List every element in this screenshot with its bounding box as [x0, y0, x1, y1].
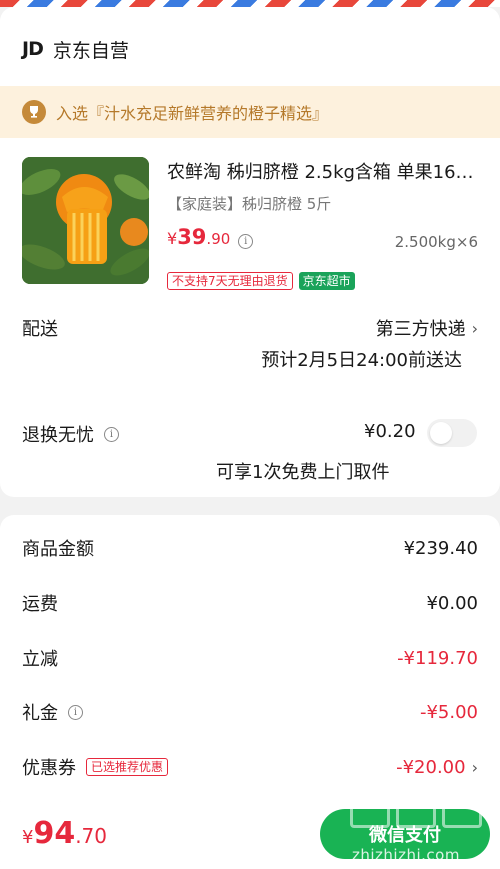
coupon-value: -¥20.00 — [396, 756, 466, 778]
delivery-eta: 预计2月5日24:00前送达 — [261, 350, 462, 371]
coupon-label-group: 优惠券 已选推荐优惠 — [22, 754, 169, 780]
return-service-row: 退换无忧 i — [22, 421, 119, 447]
shipping-label: 运费 — [22, 594, 58, 615]
watermark-glyph — [442, 788, 482, 828]
watermark-logo — [350, 788, 490, 828]
jd-supermarket-tag: 京东超市 — [298, 272, 355, 290]
summary-row-coupon[interactable]: 优惠券 已选推荐优惠 -¥20.00 › — [22, 754, 478, 780]
watermark-glyph — [396, 788, 436, 828]
gift-money-label: 礼金 — [22, 703, 58, 724]
shipping-value: ¥0.00 — [426, 592, 478, 614]
goods-amount-label: 商品金额 — [22, 539, 94, 560]
product-image[interactable] — [22, 157, 149, 284]
gift-money-label-group: 礼金 i — [22, 699, 83, 725]
summary-row-goods: 商品金额 ¥239.40 — [22, 535, 478, 561]
goods-amount-value: ¥239.40 — [403, 537, 478, 559]
total-integer: 94 — [33, 816, 76, 851]
summary-row-discount: 立减 -¥119.70 — [22, 645, 478, 671]
delivery-method-selector[interactable]: 第三方快递 › — [376, 315, 478, 341]
return-service-note: 可享1次免费上门取件 — [216, 462, 390, 483]
coupon-value-group: -¥20.00 › — [396, 757, 478, 778]
return-service-label: 退换无忧 — [22, 425, 94, 446]
chevron-right-icon: › — [471, 318, 478, 338]
watermark-glyph — [350, 788, 390, 828]
product-tags: 不支持7天无理由退货 京东超市 — [167, 272, 355, 290]
gift-money-value: -¥5.00 — [419, 701, 478, 723]
gift-money-info-icon[interactable]: i — [68, 704, 83, 720]
shop-header[interactable]: JD 京东自营 — [22, 34, 129, 64]
banner-text: 入选『汁水充足新鲜营养的橙子精选』 — [56, 104, 329, 123]
product-price: ¥ 39 .90 i — [167, 225, 254, 249]
toggle-knob — [430, 422, 452, 444]
coupon-recommended-tag: 已选推荐优惠 — [86, 758, 169, 776]
selection-banner[interactable]: 入选『汁水充足新鲜营养的橙子精选』 — [0, 86, 500, 138]
chevron-right-icon: › — [471, 757, 478, 777]
jd-logo: JD — [22, 38, 44, 60]
price-symbol: ¥ — [167, 229, 178, 248]
discount-label: 立减 — [22, 649, 58, 670]
price-decimal: .90 — [206, 230, 231, 248]
price-info-icon[interactable]: i — [238, 234, 254, 249]
delivery-label: 配送 — [22, 319, 58, 340]
discount-value: -¥119.70 — [397, 647, 478, 669]
delivery-method: 第三方快递 — [375, 319, 466, 340]
return-service-price: ¥0.20 — [364, 421, 416, 442]
airmail-stripe — [0, 0, 500, 7]
product-spec: 【家庭装】秭归脐橙 5斤 — [167, 195, 332, 213]
product-quantity: 2.500kg×6 — [394, 233, 478, 251]
total-decimal: .70 — [75, 824, 108, 848]
watermark-url: zhizhizhi.com — [352, 846, 460, 864]
summary-row-shipping: 运费 ¥0.00 — [22, 590, 478, 616]
price-integer: 39 — [177, 225, 207, 249]
coupon-label: 优惠券 — [22, 758, 76, 779]
order-total: ¥ 94 .70 — [22, 816, 107, 851]
shop-name: 京东自营 — [52, 39, 129, 62]
trophy-icon — [22, 100, 46, 124]
total-symbol: ¥ — [22, 827, 34, 848]
no-return-tag: 不支持7天无理由退货 — [167, 272, 293, 290]
summary-row-gift-money: 礼金 i -¥5.00 — [22, 699, 478, 725]
return-info-icon[interactable]: i — [104, 426, 119, 442]
product-title[interactable]: 农鲜淘 秭归脐橙 2.5kg含箱 单果160g起 — [167, 158, 483, 184]
return-service-toggle[interactable] — [427, 419, 477, 447]
